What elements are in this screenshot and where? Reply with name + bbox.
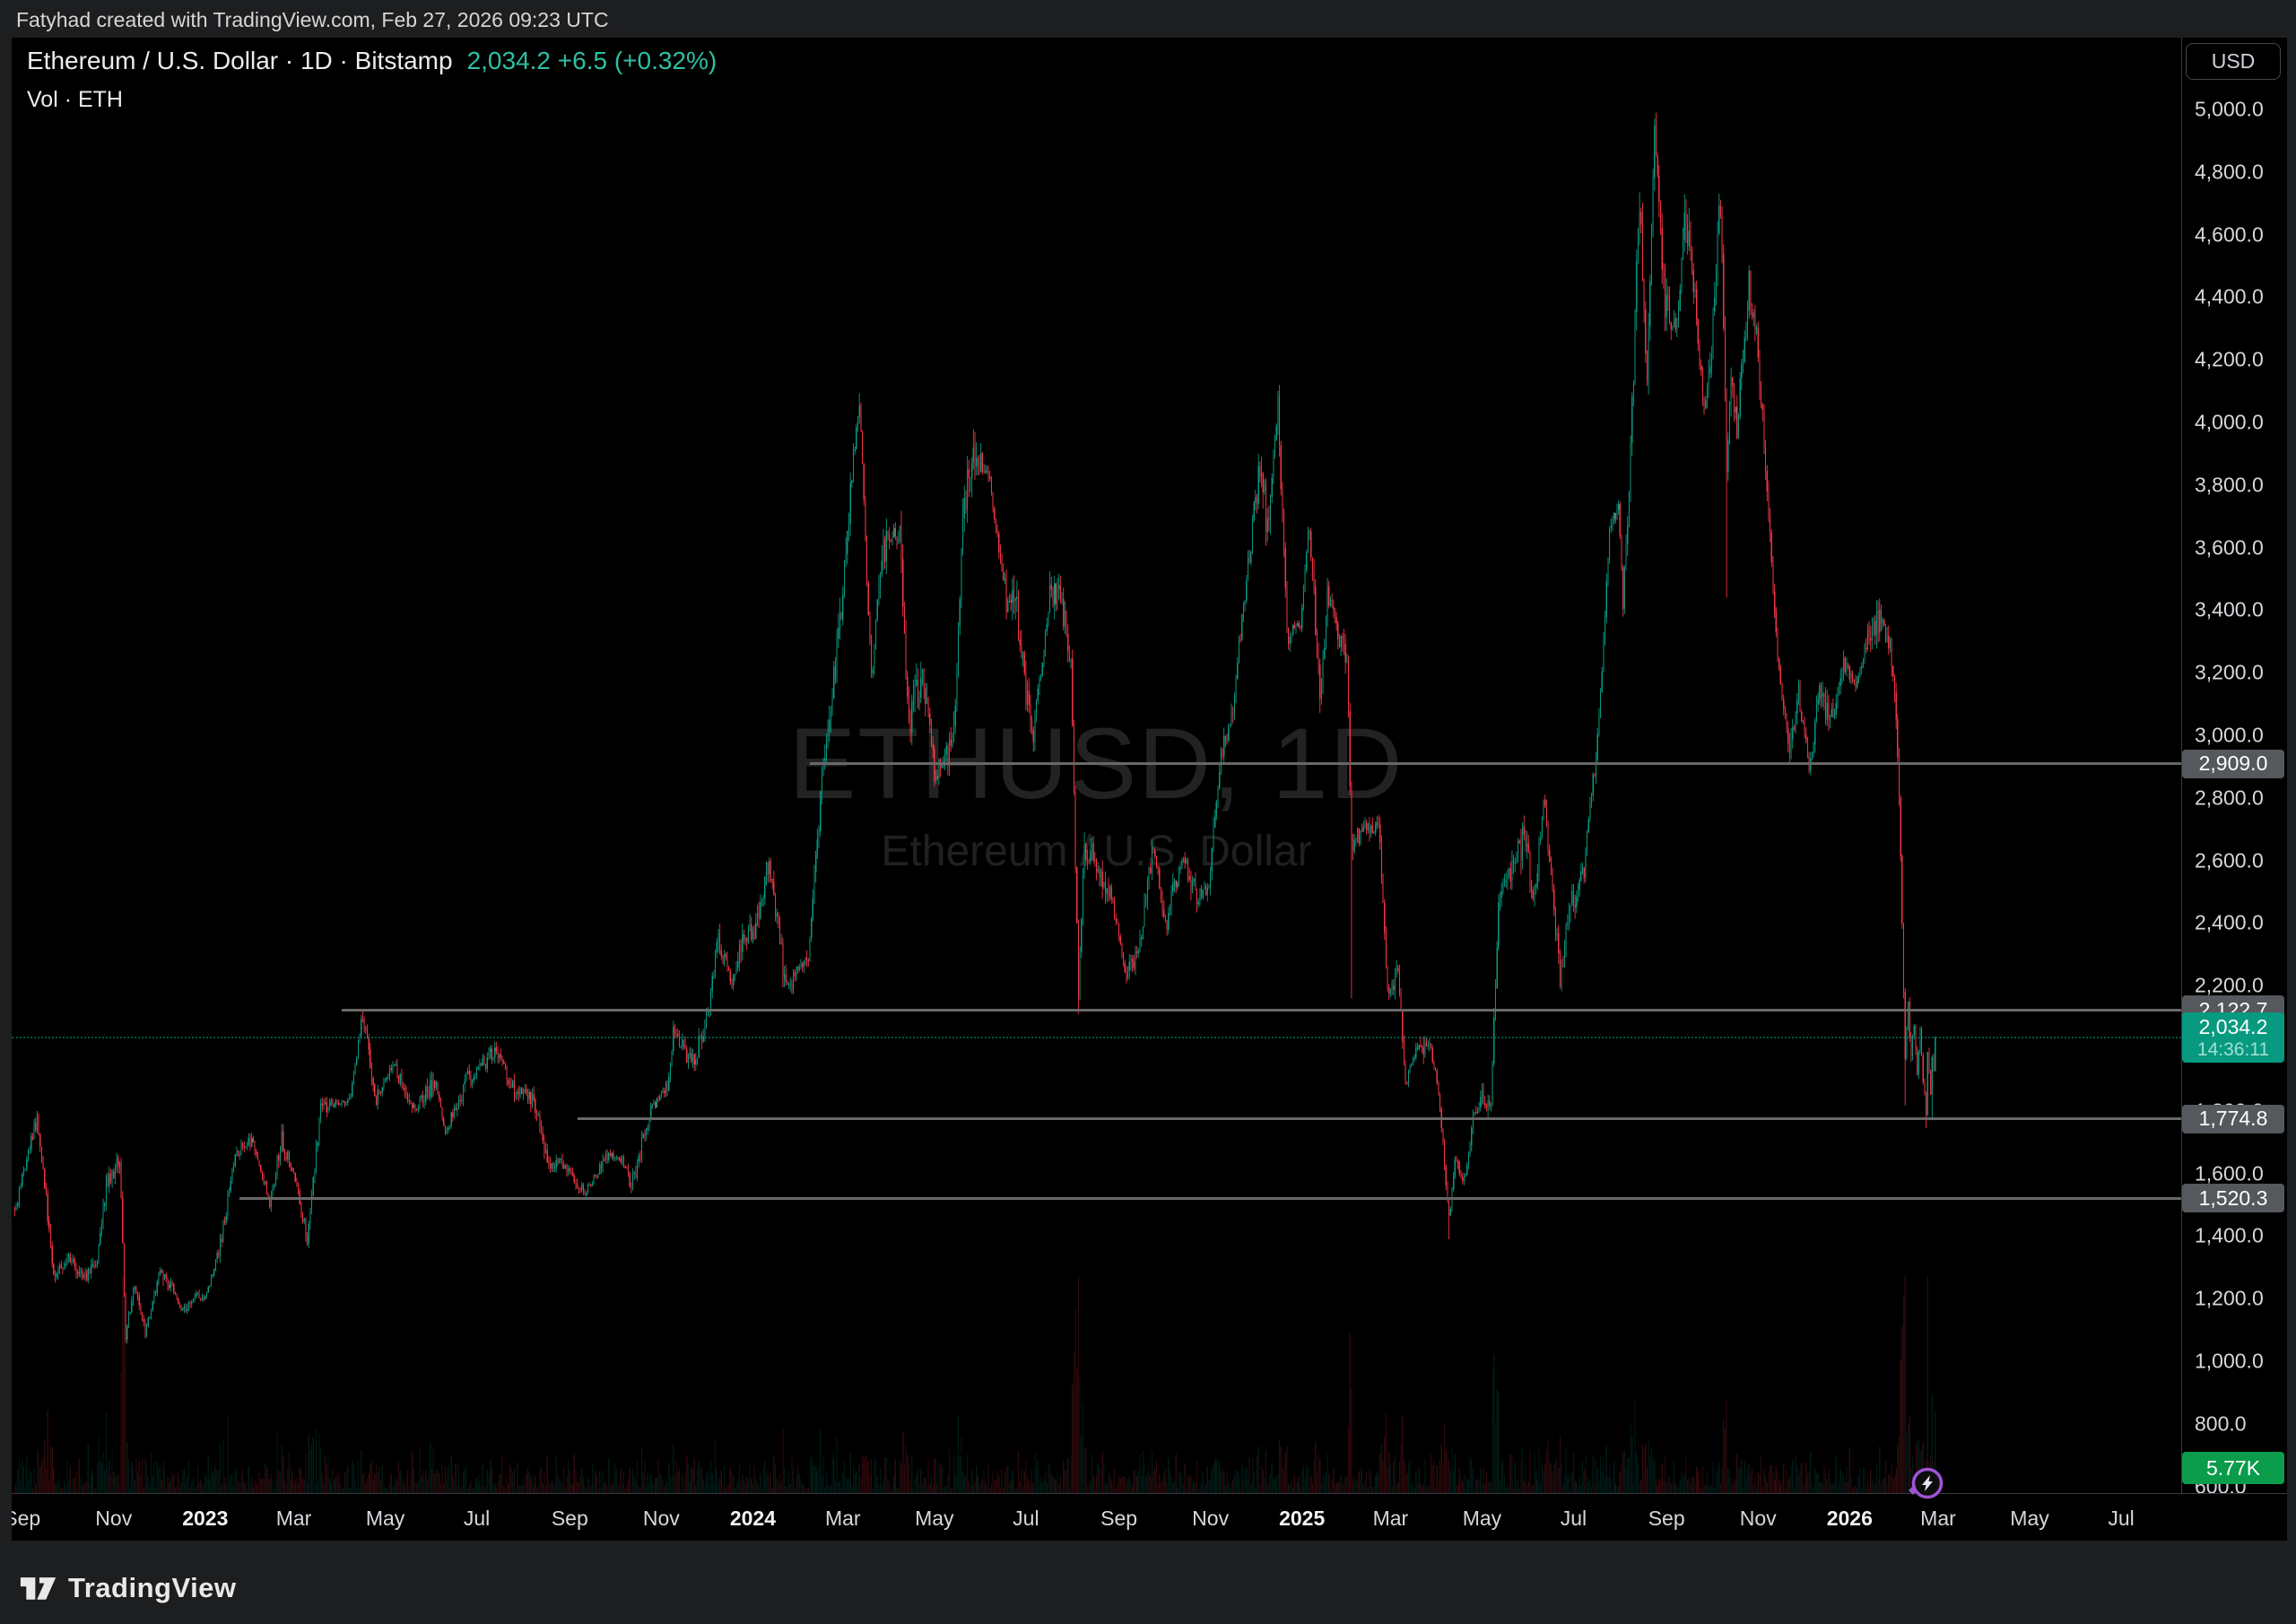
lightning-marker-icon[interactable] [1907,1463,1948,1504]
level-price-badge: 1,774.8 [2182,1105,2284,1133]
time-tick-label: Nov [95,1507,132,1531]
price-tick-label: 2,200.0 [2195,974,2264,998]
level-price-badge: 1,520.3 [2182,1184,2284,1212]
price-tick-label: 3,800.0 [2195,473,2264,497]
price-axis[interactable]: USD 5,000.0 4,800.0 4,600.0 4,400.0 4,200.0 4… [2181,38,2287,1541]
horizontal-level-line[interactable] [810,762,2181,765]
price-tick-label: 3,600.0 [2195,535,2264,560]
last-price-line [12,1037,2181,1038]
candlestick-canvas[interactable] [12,38,2181,1493]
tradingview-logo-icon [20,1571,57,1605]
price-tick-label: 2,800.0 [2195,786,2264,810]
price-tick-label: 4,800.0 [2195,160,2264,184]
price-tick-label: 1,200.0 [2195,1287,2264,1311]
time-tick-label: Nov [1740,1507,1777,1531]
time-tick-label: 2025 [1279,1507,1325,1531]
time-tick-label: Sep [1100,1507,1137,1531]
time-tick-label: Nov [1192,1507,1229,1531]
price-tick-label: 4,000.0 [2195,410,2264,434]
time-tick-label: Jul [1561,1507,1587,1531]
last-price-readout: 2,034.2 +6.5 (+0.32%) [467,47,718,74]
price-tick-label: 5,000.0 [2195,97,2264,121]
time-tick-label: May [1463,1507,1501,1531]
price-tick-label: 1,000.0 [2195,1350,2264,1374]
chart-panel: ETHUSD, 1D Ethereum / U.S. Dollar USD 5,… [12,38,2287,1541]
time-tick-label: Sep [1648,1507,1685,1531]
volume-badge: 5.77K [2182,1452,2284,1484]
price-chart[interactable]: ETHUSD, 1D Ethereum / U.S. Dollar [12,38,2181,1493]
attribution-text: Fatyhad created with TradingView.com, Fe… [16,8,609,32]
time-tick-label: Mar [825,1507,861,1531]
time-tick-label: Nov [643,1507,680,1531]
chart-legend: Ethereum / U.S. Dollar · 1D · Bitstamp 2,… [27,45,717,116]
time-tick-label: May [2010,1507,2048,1531]
price-tick-label: 800.0 [2195,1411,2247,1436]
price-tick-label: 1,600.0 [2195,1161,2264,1185]
price-tick-label: 4,600.0 [2195,222,2264,247]
price-tick-label: 3,000.0 [2195,723,2264,747]
time-tick-label: Jul [1013,1507,1039,1531]
tradingview-brand: TradingView [68,1572,237,1604]
time-tick-label: Jul [2108,1507,2134,1531]
time-tick-label: 2023 [182,1507,228,1531]
time-tick-label: Mar [276,1507,312,1531]
time-tick-label: 2024 [730,1507,776,1531]
price-tick-label: 3,400.0 [2195,598,2264,622]
time-tick-label: Mar [1373,1507,1409,1531]
tradingview-footer[interactable]: TradingView [20,1571,237,1605]
time-tick-label: Mar [1920,1507,1956,1531]
symbol-title[interactable]: Ethereum / U.S. Dollar · 1D · Bitstamp [27,47,453,74]
horizontal-level-line[interactable] [342,1009,2181,1012]
bar-countdown: 14:36:11 [2197,1039,2269,1061]
level-price-badge: 2,909.0 [2182,750,2284,778]
price-tick-label: 4,400.0 [2195,285,2264,309]
time-tick-label: May [366,1507,404,1531]
horizontal-level-line[interactable] [239,1197,2181,1200]
last-price-badge: 2,034.214:36:11 [2182,1012,2284,1063]
volume-indicator-label[interactable]: Vol · ETH [27,83,717,116]
horizontal-level-line[interactable] [578,1117,2181,1120]
price-tick-label: 1,400.0 [2195,1224,2264,1248]
time-tick-label: 2026 [1827,1507,1873,1531]
price-tick-label: 2,400.0 [2195,911,2264,935]
price-tick-label: 4,200.0 [2195,348,2264,372]
time-tick-label: Jul [464,1507,490,1531]
currency-button[interactable]: USD [2186,43,2281,80]
time-tick-label: Sep [552,1507,588,1531]
time-tick-label: May [915,1507,953,1531]
price-tick-label: 2,600.0 [2195,848,2264,873]
price-tick-label: 3,200.0 [2195,661,2264,685]
time-tick-label: Sep [12,1507,40,1531]
last-price-value: 2,034.2 [2199,1015,2268,1039]
